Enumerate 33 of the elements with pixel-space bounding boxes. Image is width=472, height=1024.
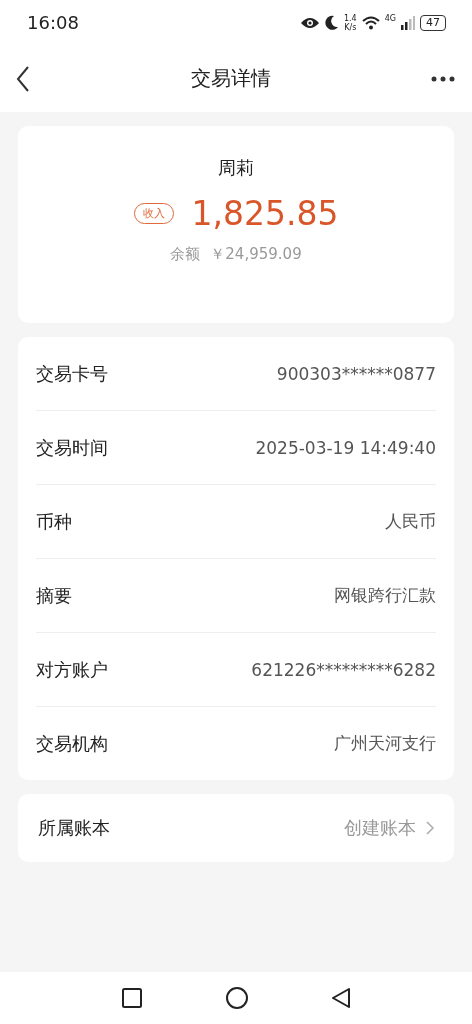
eye-icon: [299, 15, 320, 30]
detail-label: 交易时间: [36, 435, 108, 460]
page-title: 交易详情: [190, 65, 271, 92]
back-icon[interactable]: [16, 65, 30, 92]
moon-icon: [324, 15, 339, 30]
status-time: 16:08: [27, 12, 79, 33]
detail-label: 交易机构: [36, 731, 108, 756]
amount: 1,825.85: [191, 194, 339, 233]
detail-label: 摘要: [36, 583, 72, 608]
detail-value: 网银跨行汇款: [334, 584, 436, 607]
detail-value: 621226*********6282: [251, 659, 436, 680]
detail-label: 对方账户: [36, 657, 108, 682]
detail-value: 2025-03-19 14:49:40: [255, 437, 436, 458]
chevron-right-icon: [426, 821, 434, 835]
battery-indicator: 47: [420, 14, 446, 31]
detail-value: 900303******0877: [276, 363, 436, 384]
network-speed: 1.4 K/s: [343, 13, 357, 32]
ledger-label: 所属账本: [38, 816, 111, 840]
network-label: 4G: [384, 13, 396, 23]
balance-label: 余额: [170, 245, 201, 264]
signal-icon: [401, 15, 415, 30]
detail-label: 交易卡号: [36, 361, 108, 386]
ledger-row[interactable]: 所属账本 创建账本: [18, 794, 454, 862]
more-icon[interactable]: [431, 75, 455, 82]
triangle-back-icon[interactable]: [332, 988, 350, 1008]
circle-nav-icon[interactable]: [226, 987, 248, 1009]
balance-value: ￥24,959.09: [210, 245, 302, 264]
detail-label: 币种: [36, 509, 72, 534]
detail-value: 人民币: [385, 510, 436, 533]
payer-name: 周莉: [218, 156, 254, 180]
detail-value: 广州天河支行: [334, 732, 436, 755]
wifi-icon: [361, 15, 380, 30]
square-nav-icon[interactable]: [122, 988, 142, 1008]
